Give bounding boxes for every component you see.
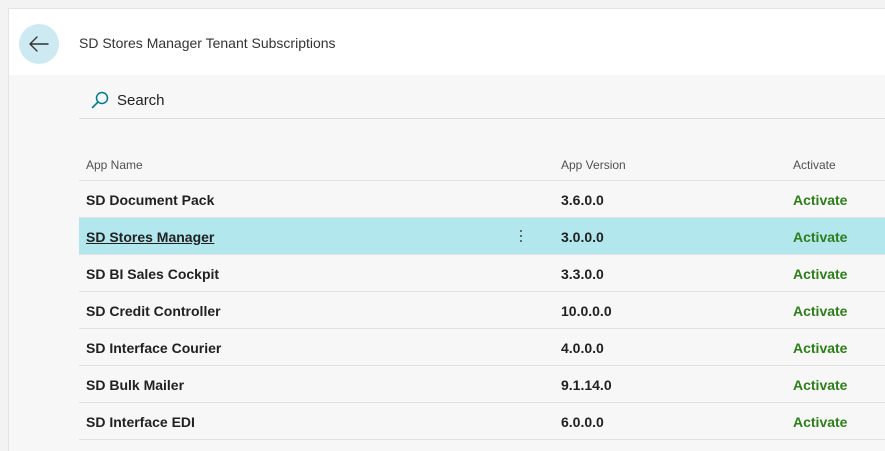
app-name-cell[interactable]: SD Bulk Mailer xyxy=(86,377,184,393)
app-name-cell[interactable]: SD Interface EDI xyxy=(86,414,195,430)
app-name-cell[interactable]: SD BI Sales Cockpit xyxy=(86,266,219,282)
table-row-selected[interactable]: SD Stores Manager 3.0.0.0 Activate xyxy=(79,218,885,255)
activate-link[interactable]: Activate xyxy=(793,414,847,430)
app-version-cell: 3.6.0.0 xyxy=(561,192,604,208)
table-row[interactable]: SD BI Sales Cockpit 3.3.0.0 Activate xyxy=(79,255,885,292)
column-header-activate[interactable]: Activate xyxy=(793,158,836,172)
activate-link[interactable]: Activate xyxy=(793,303,847,319)
activate-link[interactable]: Activate xyxy=(793,192,847,208)
column-header-app-version[interactable]: App Version xyxy=(561,158,626,172)
column-header-app-name[interactable]: App Name xyxy=(86,158,143,172)
list-header: App Name App Version Activate xyxy=(79,149,885,181)
search-button[interactable]: Search xyxy=(91,89,165,111)
search-icon xyxy=(91,91,109,109)
table-row[interactable]: SD Interface EDI 6.0.0.0 Activate xyxy=(79,403,885,440)
app-version-cell: 4.0.0.0 xyxy=(561,340,604,356)
search-label: Search xyxy=(117,91,165,109)
arrow-left-icon xyxy=(29,36,49,52)
page-title: SD Stores Manager Tenant Subscriptions xyxy=(79,35,336,51)
app-version-cell: 6.0.0.0 xyxy=(561,414,604,430)
app-version-cell: 3.3.0.0 xyxy=(561,266,604,282)
app-version-cell: 10.0.0.0 xyxy=(561,303,612,319)
activate-link[interactable]: Activate xyxy=(793,340,847,356)
table-row[interactable]: SD Interface Courier 4.0.0.0 Activate xyxy=(79,329,885,366)
app-version-cell: 9.1.14.0 xyxy=(561,377,612,393)
app-name-cell[interactable]: SD Credit Controller xyxy=(86,303,221,319)
activate-link[interactable]: Activate xyxy=(793,377,847,393)
activate-link[interactable]: Activate xyxy=(793,229,847,245)
app-list: SD Document Pack 3.6.0.0 Activate SD Sto… xyxy=(79,181,885,440)
back-button[interactable] xyxy=(19,24,59,64)
app-name-cell[interactable]: SD Interface Courier xyxy=(86,340,221,356)
table-row[interactable]: SD Bulk Mailer 9.1.14.0 Activate xyxy=(79,366,885,403)
table-row[interactable]: SD Credit Controller 10.0.0.0 Activate xyxy=(79,292,885,329)
table-row[interactable]: SD Document Pack 3.6.0.0 Activate xyxy=(79,181,885,218)
app-name-cell[interactable]: SD Stores Manager xyxy=(86,229,214,245)
more-vertical-icon[interactable] xyxy=(515,225,527,247)
app-name-cell[interactable]: SD Document Pack xyxy=(86,192,214,208)
search-divider xyxy=(79,118,885,119)
app-version-cell: 3.0.0.0 xyxy=(561,229,604,245)
activate-link[interactable]: Activate xyxy=(793,266,847,282)
page-window: SD Stores Manager Tenant Subscriptions S… xyxy=(8,8,885,451)
